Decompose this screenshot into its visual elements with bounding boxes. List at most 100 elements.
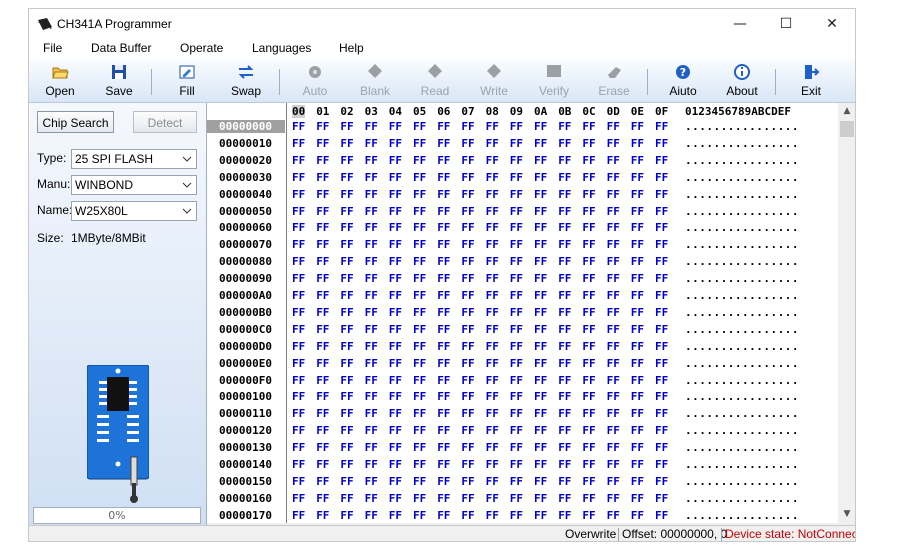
row-address[interactable]: 000000E0 <box>219 357 272 370</box>
hex-byte[interactable]: FF <box>340 221 353 234</box>
hex-byte[interactable]: FF <box>655 458 668 471</box>
hex-byte[interactable]: FF <box>534 120 547 133</box>
hex-byte[interactable]: FF <box>655 306 668 319</box>
hex-byte[interactable]: FF <box>389 424 402 437</box>
hex-byte[interactable]: FF <box>582 340 595 353</box>
vertical-scrollbar[interactable]: ▲ ▼ <box>838 103 855 523</box>
row-address[interactable]: 000000F0 <box>219 374 272 387</box>
ascii-row[interactable]: ................ <box>685 323 799 336</box>
hex-byte[interactable]: FF <box>340 357 353 370</box>
hex-byte[interactable]: FF <box>316 340 329 353</box>
hex-byte[interactable]: FF <box>461 205 474 218</box>
hex-byte[interactable]: FF <box>316 509 329 522</box>
hex-byte[interactable]: FF <box>413 340 426 353</box>
verify-button[interactable]: Verify <box>526 61 582 101</box>
hex-byte[interactable]: FF <box>534 323 547 336</box>
hex-byte[interactable]: FF <box>316 424 329 437</box>
hex-byte[interactable]: FF <box>292 390 305 403</box>
scroll-up-icon[interactable]: ▲ <box>838 103 855 120</box>
ascii-row[interactable]: ................ <box>685 390 799 403</box>
hex-byte[interactable]: FF <box>582 255 595 268</box>
row-address[interactable]: 00000040 <box>219 188 272 201</box>
hex-byte[interactable]: FF <box>340 407 353 420</box>
hex-byte[interactable]: FF <box>340 188 353 201</box>
hex-byte[interactable]: FF <box>316 272 329 285</box>
hex-byte[interactable]: FF <box>510 272 523 285</box>
hex-byte[interactable]: FF <box>461 407 474 420</box>
hex-byte[interactable]: FF <box>316 120 329 133</box>
hex-byte[interactable]: FF <box>558 424 571 437</box>
ascii-row[interactable]: ................ <box>685 458 799 471</box>
hex-byte[interactable]: FF <box>292 120 305 133</box>
hex-byte[interactable]: FF <box>510 221 523 234</box>
hex-byte[interactable]: FF <box>461 390 474 403</box>
hex-byte[interactable]: FF <box>510 424 523 437</box>
hex-byte[interactable]: FF <box>510 323 523 336</box>
hex-byte[interactable]: FF <box>582 188 595 201</box>
hex-byte[interactable]: FF <box>582 390 595 403</box>
row-address[interactable]: 00000020 <box>219 154 272 167</box>
hex-byte[interactable]: FF <box>365 390 378 403</box>
hex-byte[interactable]: FF <box>292 492 305 505</box>
hex-byte[interactable]: FF <box>292 357 305 370</box>
hex-byte[interactable]: FF <box>413 289 426 302</box>
hex-byte[interactable]: FF <box>437 255 450 268</box>
hex-byte[interactable]: FF <box>486 272 499 285</box>
hex-byte[interactable]: FF <box>534 407 547 420</box>
hex-byte[interactable]: FF <box>486 188 499 201</box>
hex-byte[interactable]: FF <box>534 374 547 387</box>
hex-byte[interactable]: FF <box>316 458 329 471</box>
hex-byte[interactable]: FF <box>655 340 668 353</box>
menu-help[interactable]: Help <box>339 41 364 55</box>
hex-byte[interactable]: FF <box>534 137 547 150</box>
hex-byte[interactable]: FF <box>461 171 474 184</box>
hex-byte[interactable]: FF <box>631 255 644 268</box>
hex-byte[interactable]: FF <box>389 340 402 353</box>
hex-byte[interactable]: FF <box>510 441 523 454</box>
hex-byte[interactable]: FF <box>486 424 499 437</box>
hex-byte[interactable]: FF <box>437 171 450 184</box>
hex-byte[interactable]: FF <box>437 306 450 319</box>
name-select[interactable]: W25X80L <box>71 201 197 221</box>
hex-byte[interactable]: FF <box>631 475 644 488</box>
hex-byte[interactable]: FF <box>461 441 474 454</box>
row-address[interactable]: 00000000 <box>207 120 285 133</box>
hex-byte[interactable]: FF <box>413 424 426 437</box>
hex-byte[interactable]: FF <box>365 323 378 336</box>
hex-byte[interactable]: FF <box>340 492 353 505</box>
hex-byte[interactable]: FF <box>340 475 353 488</box>
hex-byte[interactable]: FF <box>534 238 547 251</box>
hex-byte[interactable]: FF <box>340 272 353 285</box>
hex-byte[interactable]: FF <box>486 323 499 336</box>
hex-editor[interactable]: 00 01 02 03 04 05 06 07 08 09 0A 0B 0C 0D 0E 0F 01234567… <box>207 103 838 523</box>
hex-byte[interactable]: FF <box>534 509 547 522</box>
ascii-row[interactable]: ................ <box>685 120 799 133</box>
hex-byte[interactable]: FF <box>534 188 547 201</box>
menu-data-buffer[interactable]: Data Buffer <box>91 41 151 55</box>
hex-byte[interactable]: FF <box>582 120 595 133</box>
hex-byte[interactable]: FF <box>461 492 474 505</box>
hex-byte[interactable]: FF <box>292 272 305 285</box>
hex-byte[interactable]: FF <box>365 475 378 488</box>
hex-byte[interactable]: FF <box>389 306 402 319</box>
hex-byte[interactable]: FF <box>655 323 668 336</box>
hex-byte[interactable]: FF <box>510 492 523 505</box>
scroll-thumb[interactable] <box>840 121 854 137</box>
row-address[interactable]: 000000A0 <box>219 289 272 302</box>
row-address[interactable]: 00000090 <box>219 272 272 285</box>
hex-byte[interactable]: FF <box>631 390 644 403</box>
write-button[interactable]: Write <box>466 61 522 101</box>
hex-byte[interactable]: FF <box>437 492 450 505</box>
hex-byte[interactable]: FF <box>413 272 426 285</box>
row-address[interactable]: 00000150 <box>219 475 272 488</box>
ascii-row[interactable]: ................ <box>685 306 799 319</box>
hex-byte[interactable]: FF <box>607 205 620 218</box>
hex-byte[interactable]: FF <box>365 205 378 218</box>
hex-byte[interactable]: FF <box>582 407 595 420</box>
hex-byte[interactable]: FF <box>558 272 571 285</box>
hex-byte[interactable]: FF <box>534 424 547 437</box>
hex-byte[interactable]: FF <box>365 424 378 437</box>
hex-byte[interactable]: FF <box>486 475 499 488</box>
hex-byte[interactable]: FF <box>655 120 668 133</box>
hex-byte[interactable]: FF <box>655 407 668 420</box>
